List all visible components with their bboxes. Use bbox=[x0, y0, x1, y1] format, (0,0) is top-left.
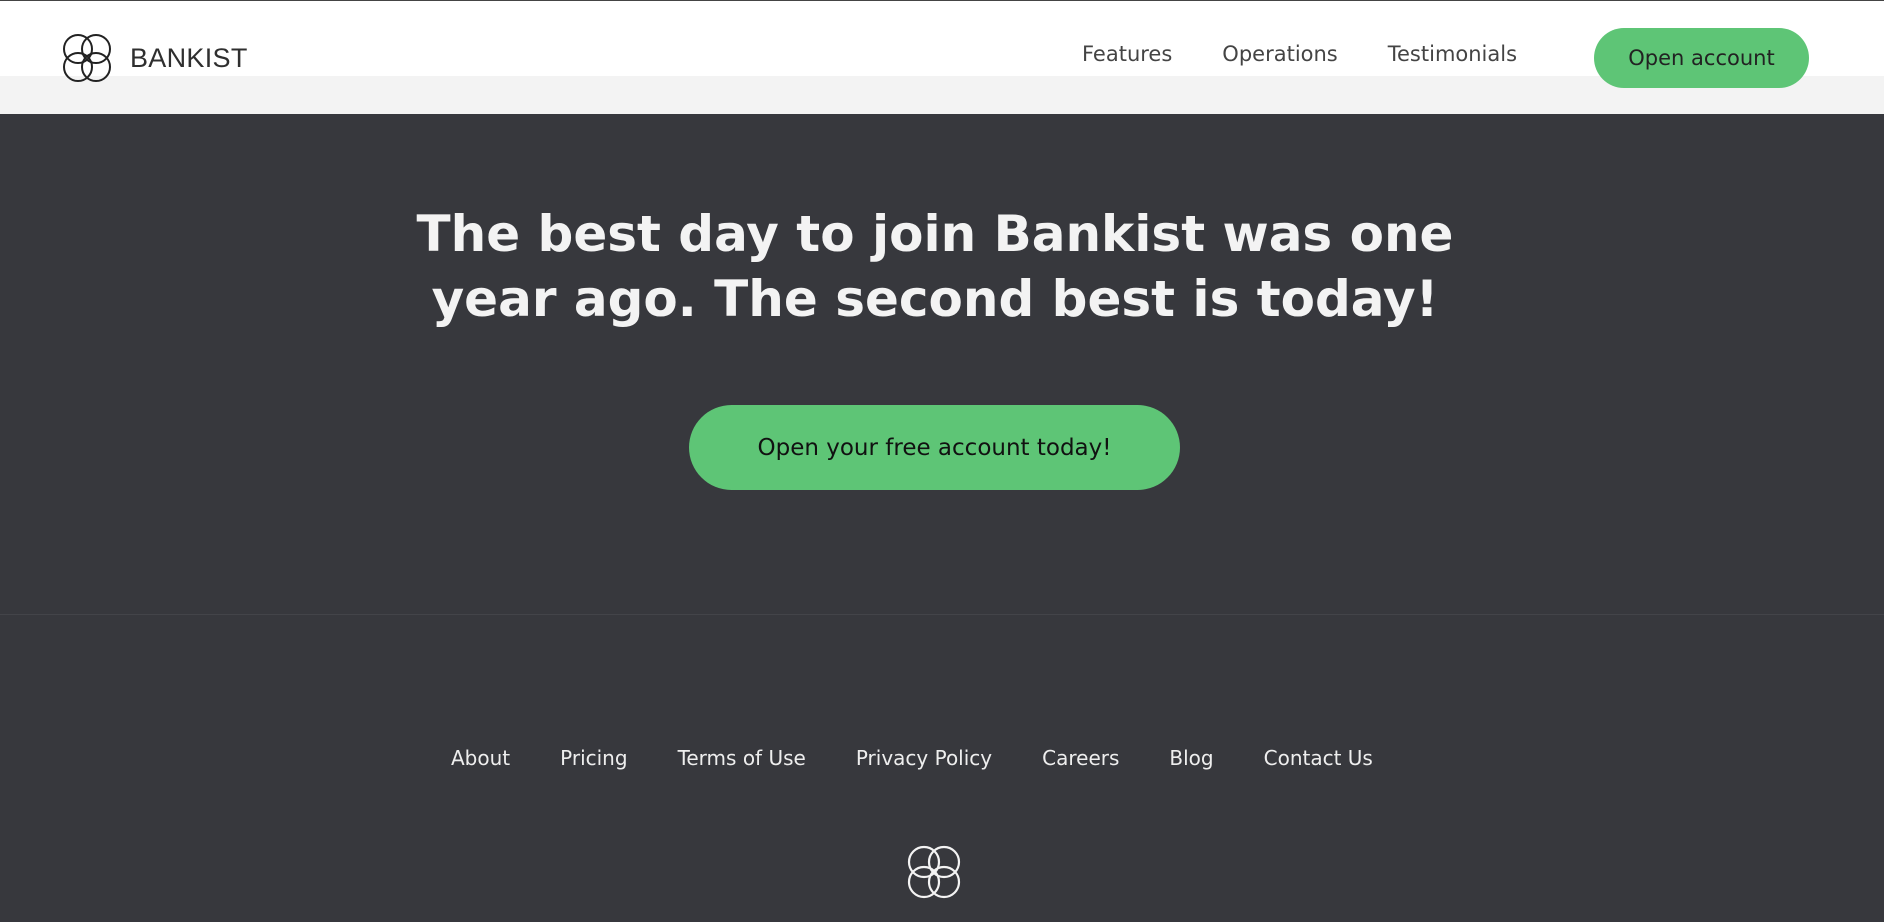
footer-link-terms[interactable]: Terms of Use bbox=[678, 746, 806, 770]
footer-link-pricing[interactable]: Pricing bbox=[560, 746, 627, 770]
footer: About Pricing Terms of Use Privacy Polic… bbox=[0, 616, 1884, 922]
footer-nav: About Pricing Terms of Use Privacy Polic… bbox=[451, 746, 1423, 770]
footer-link-blog[interactable]: Blog bbox=[1169, 746, 1213, 770]
nav-link-operations[interactable]: Operations bbox=[1222, 42, 1337, 66]
footer-logo-icon bbox=[907, 845, 961, 899]
page: BANKIST Features Operations Testimonials… bbox=[0, 0, 1887, 922]
open-free-account-button[interactable]: Open your free account today! bbox=[689, 405, 1180, 490]
top-navigation: BANKIST Features Operations Testimonials… bbox=[0, 0, 1884, 114]
signup-title-line-2: year ago. The second best is today! bbox=[431, 270, 1439, 328]
footer-link-privacy[interactable]: Privacy Policy bbox=[856, 746, 992, 770]
nav-link-testimonials[interactable]: Testimonials bbox=[1388, 42, 1517, 66]
footer-link-contact[interactable]: Contact Us bbox=[1264, 746, 1373, 770]
brand-name: BANKIST bbox=[130, 42, 248, 73]
nav-links: Features Operations Testimonials bbox=[1082, 42, 1567, 66]
brand-logo-link[interactable]: BANKIST bbox=[58, 29, 248, 87]
footer-link-about[interactable]: About bbox=[451, 746, 510, 770]
signup-section: The best day to join Bankist was one yea… bbox=[0, 114, 1884, 615]
open-account-button[interactable]: Open account bbox=[1594, 28, 1809, 88]
four-circle-logo-icon bbox=[63, 34, 111, 82]
signup-title-line-1: The best day to join Bankist was one bbox=[416, 205, 1454, 263]
footer-link-careers[interactable]: Careers bbox=[1042, 746, 1119, 770]
signup-title: The best day to join Bankist was one yea… bbox=[0, 202, 1870, 332]
nav-link-features[interactable]: Features bbox=[1082, 42, 1172, 66]
